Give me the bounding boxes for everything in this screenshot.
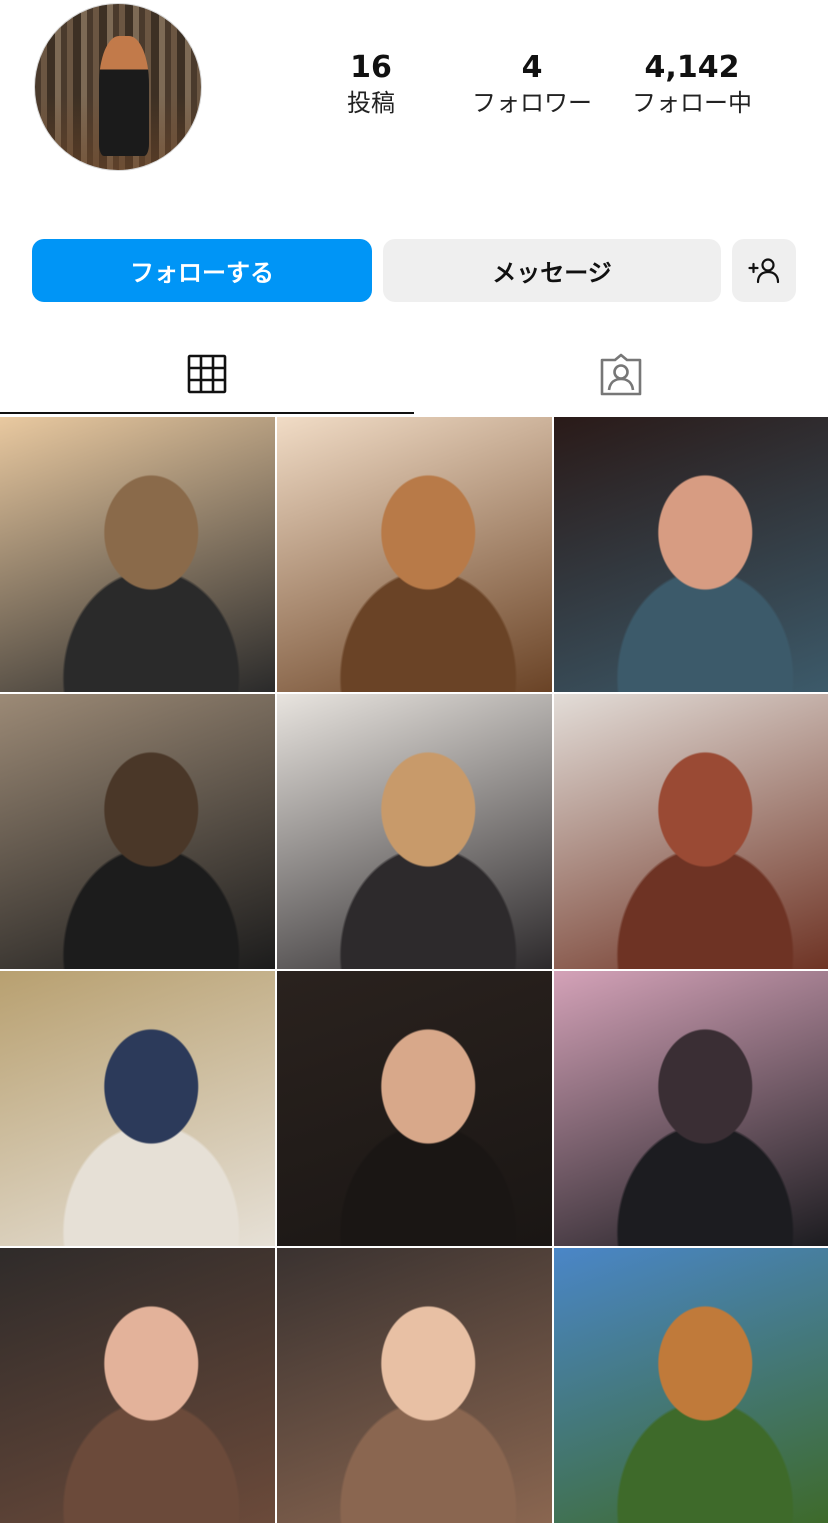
tab-tagged[interactable] [414, 336, 828, 414]
add-user-button[interactable] [732, 239, 796, 302]
post-thumbnail-image [0, 694, 275, 969]
post-photo-2[interactable] [277, 417, 552, 692]
post-photo-12[interactable] [554, 1248, 828, 1523]
post-photo-3[interactable] [554, 417, 828, 692]
post-thumbnail-image [277, 417, 552, 692]
stat-posts-label: 投稿 [347, 89, 395, 117]
follow-button-label: フォローする [130, 259, 274, 287]
post-photo-8[interactable] [277, 971, 552, 1246]
message-button-label: メッセージ [492, 259, 612, 287]
post-photo-10[interactable] [0, 1248, 275, 1523]
post-thumbnail-image [554, 1248, 828, 1523]
post-thumbnail-image [0, 1248, 275, 1523]
follow-button[interactable]: フォローする [32, 239, 372, 302]
post-thumbnail-image [277, 1248, 552, 1523]
stat-followers-label: フォロワー [472, 89, 592, 117]
post-thumbnail-image [277, 971, 552, 1246]
post-thumbnail-image [0, 971, 275, 1246]
stat-followers[interactable]: 4 フォロワー [462, 50, 602, 120]
stat-followers-count: 4 [521, 50, 543, 85]
stat-posts-count: 16 [350, 50, 392, 85]
stat-following-label: フォロー中 [632, 89, 752, 117]
post-thumbnail-image [554, 971, 828, 1246]
post-photo-9[interactable] [554, 971, 828, 1246]
stat-posts[interactable]: 16 投稿 [301, 50, 441, 120]
post-photo-1[interactable] [0, 417, 275, 692]
post-photo-4[interactable] [0, 694, 275, 969]
post-thumbnail-image [277, 694, 552, 969]
post-photo-7[interactable] [0, 971, 275, 1246]
profile-avatar[interactable] [34, 3, 202, 171]
grid-icon [187, 354, 227, 394]
post-thumbnail-image [0, 417, 275, 692]
stat-following-count: 4,142 [644, 50, 740, 85]
tagged-user-icon [600, 353, 642, 396]
post-photo-5[interactable] [277, 694, 552, 969]
post-thumbnail-image [554, 694, 828, 969]
post-thumbnail-image [554, 417, 828, 692]
add-user-icon [748, 257, 780, 283]
tab-posts-grid[interactable] [0, 336, 414, 414]
stat-following[interactable]: 4,142 フォロー中 [622, 50, 762, 120]
message-button[interactable]: メッセージ [383, 239, 721, 302]
post-photo-6[interactable] [554, 694, 828, 969]
post-photo-11[interactable] [277, 1248, 552, 1523]
